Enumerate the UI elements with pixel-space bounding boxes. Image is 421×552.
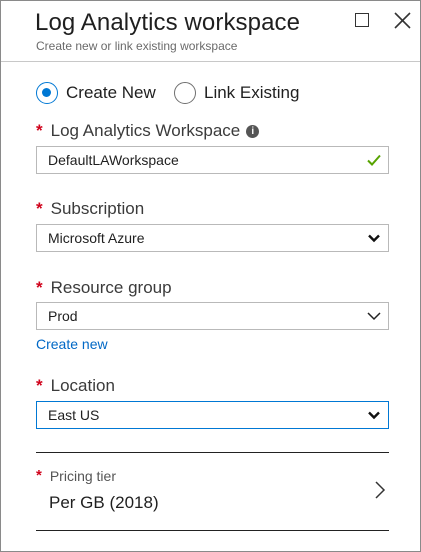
blade-subtitle: Create new or link existing workspace (36, 39, 238, 53)
radio-create-new[interactable]: Create New (36, 81, 156, 105)
pricing-tier-value: Per GB (2018) (49, 493, 159, 512)
blade-title: Log Analytics workspace (35, 9, 301, 36)
pricing-tier-label: * Pricing tier (36, 467, 116, 484)
create-new-link[interactable]: Create new (36, 336, 108, 352)
blade-header: Log Analytics workspace Create new or li… (1, 1, 420, 62)
workspace-name-value: DefaultLAWorkspace (48, 152, 179, 168)
chevron-down-icon (367, 312, 381, 321)
subscription-label: * Subscription (36, 199, 144, 219)
chevron-down-icon (368, 411, 380, 420)
location-label: * Location (36, 376, 115, 396)
maximize-button[interactable] (353, 11, 375, 33)
required-marker: * (36, 278, 43, 297)
radio-link-existing[interactable]: Link Existing (174, 81, 299, 105)
required-marker: * (36, 199, 43, 218)
maximize-icon (355, 13, 369, 27)
checkmark-icon (367, 154, 381, 166)
log-analytics-blade: Log Analytics workspace Create new or li… (0, 0, 421, 552)
workspace-name-input[interactable]: DefaultLAWorkspace (36, 146, 389, 174)
workspace-label: * Log Analytics Workspace i (36, 121, 260, 141)
chevron-right-icon (375, 481, 386, 499)
chevron-down-icon (368, 234, 380, 243)
close-button[interactable] (393, 11, 415, 33)
close-icon (394, 12, 411, 29)
radio-button[interactable] (174, 82, 196, 104)
location-value: East US (48, 407, 100, 423)
divider (36, 530, 389, 531)
workspace-label-text: Log Analytics Workspace (50, 121, 241, 140)
resource-group-label-text: Resource group (50, 278, 172, 297)
location-select[interactable]: East US (36, 401, 389, 429)
required-marker: * (36, 376, 43, 395)
resource-group-value: Prod (48, 308, 78, 324)
required-marker: * (36, 467, 42, 484)
required-marker: * (36, 121, 43, 140)
radio-create-new-label: Create New (66, 83, 156, 102)
subscription-value: Microsoft Azure (48, 230, 145, 246)
subscription-label-text: Subscription (50, 199, 145, 218)
info-icon[interactable]: i (246, 124, 260, 138)
resource-group-label: * Resource group (36, 278, 172, 298)
pricing-tier-label-text: Pricing tier (49, 467, 116, 484)
location-label-text: Location (50, 376, 115, 395)
resource-group-select[interactable]: Prod (36, 302, 389, 330)
radio-link-existing-label: Link Existing (204, 83, 300, 102)
radio-button-selected[interactable] (36, 82, 58, 104)
subscription-select[interactable]: Microsoft Azure (36, 224, 389, 252)
pricing-tier-selector[interactable]: * Pricing tier Per GB (2018) (36, 453, 389, 531)
